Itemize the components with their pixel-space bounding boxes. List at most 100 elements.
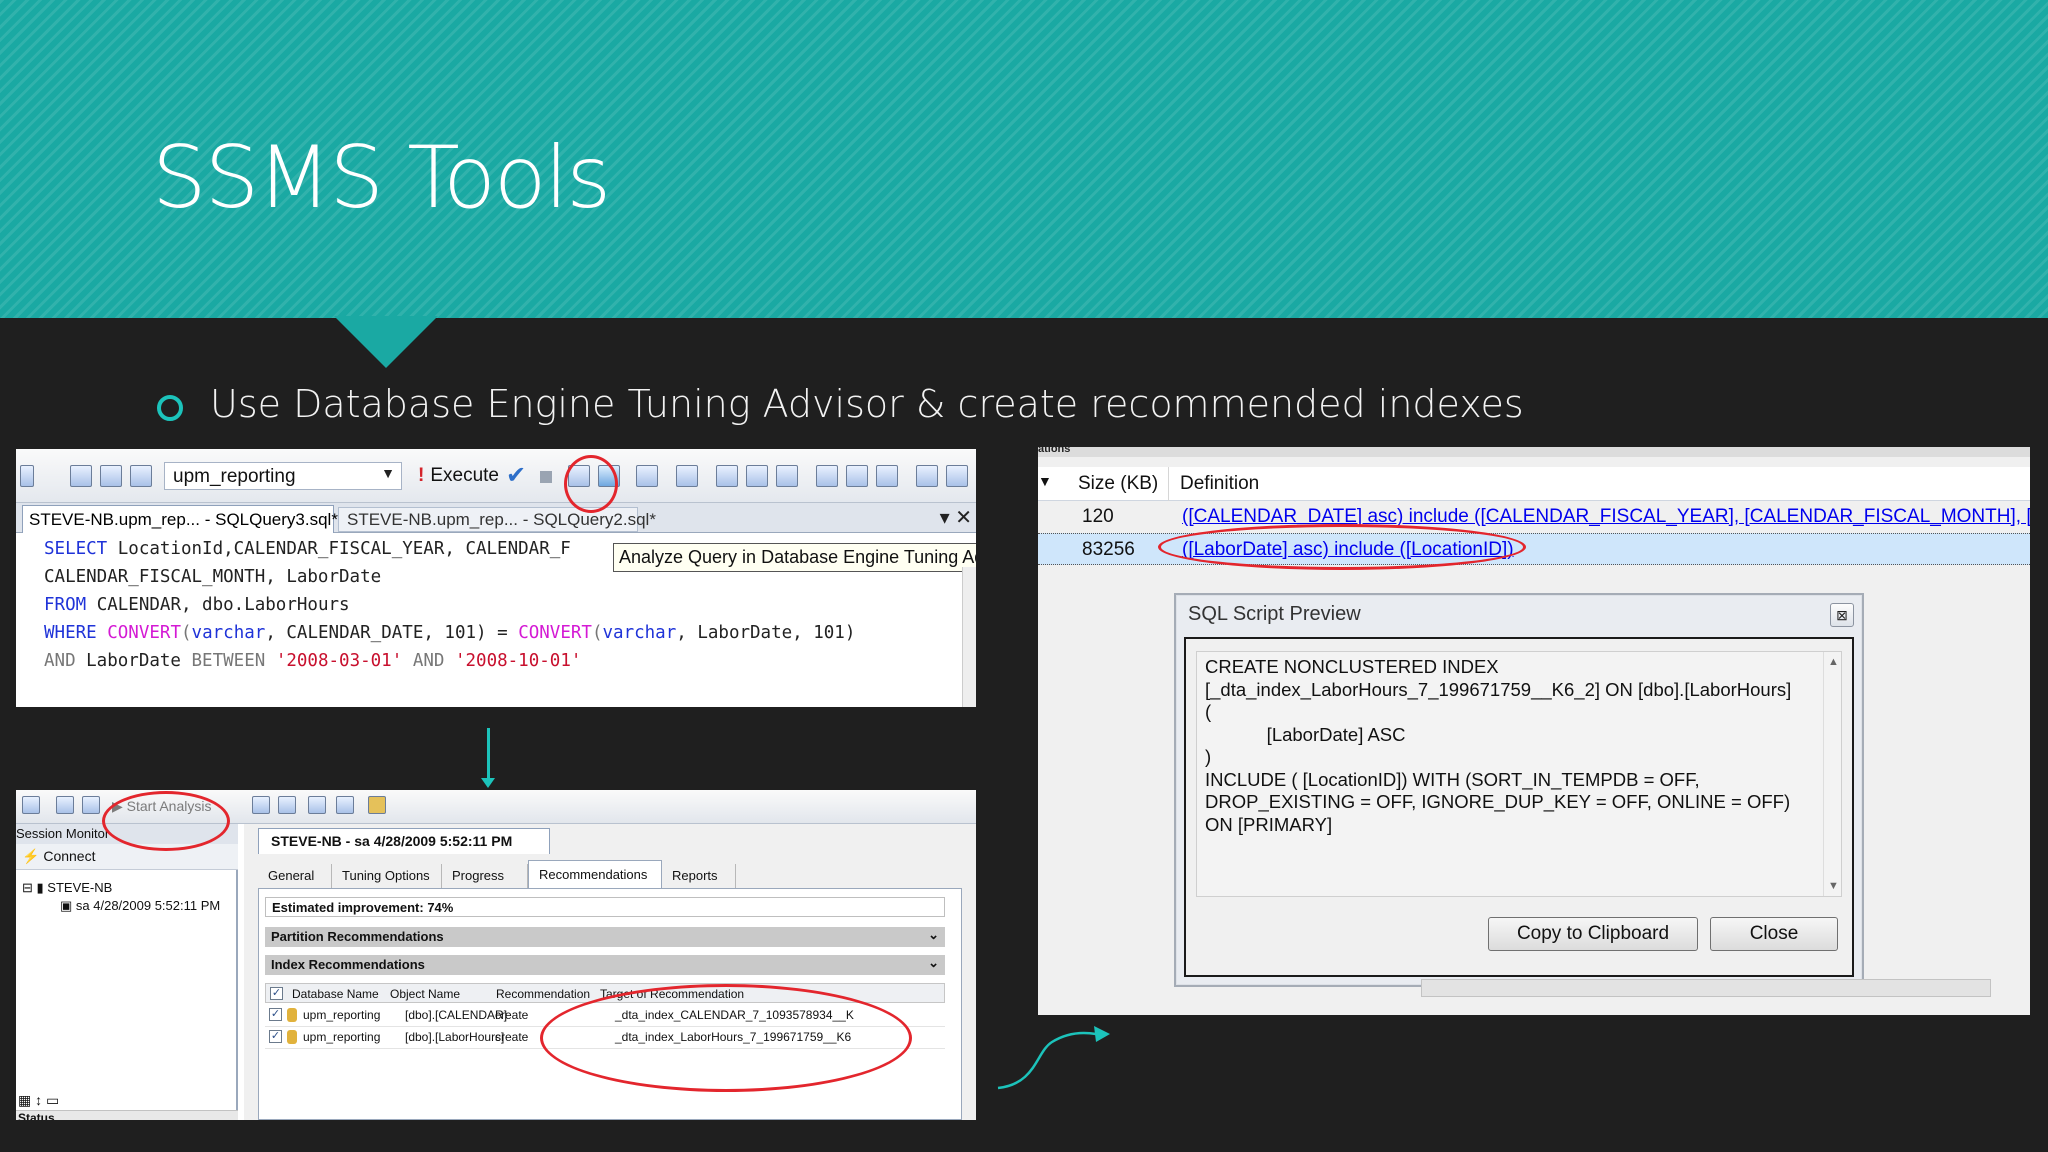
chevron-down-icon: ▼ (381, 465, 395, 481)
dta-icon-2[interactable] (56, 796, 74, 814)
toolbar-icon-5[interactable] (636, 465, 658, 487)
dialog-title: SQL Script Preview (1188, 603, 1361, 625)
status-label: Status (16, 1110, 238, 1120)
arrow-down (487, 728, 490, 780)
col-recommendation[interactable]: Recommendation (496, 987, 590, 1001)
cell-db: upm_reporting (303, 1008, 381, 1022)
row-checkbox[interactable]: ✓ (269, 1030, 282, 1043)
code-line-4: WHERE CONVERT(varchar, CALENDAR_DATE, 10… (44, 623, 856, 643)
toolbar-icon-7[interactable] (716, 465, 738, 487)
scroll-up-icon[interactable]: ▲ (1828, 656, 1839, 668)
table-row[interactable]: 120 ([CALENDAR_DATE] asc) include ([CALE… (1038, 501, 2030, 533)
col-database-name[interactable]: Database Name (292, 987, 379, 1001)
status-section: ▦ ↕ ▭ Status (16, 1092, 238, 1120)
highlight-ellipse-recommendations (540, 984, 912, 1092)
tree-session-node[interactable]: ▣ sa 4/28/2009 5:52:11 PM (60, 898, 220, 914)
code-line-5: AND LaborDate BETWEEN '2008-03-01' AND '… (44, 651, 582, 671)
close-button[interactable]: Close (1710, 917, 1838, 951)
cell-recommendation: create (495, 1008, 529, 1022)
toolbar-icon-6[interactable] (676, 465, 698, 487)
estimated-improvement-value: 74% (427, 900, 454, 915)
partition-recommendations-header[interactable]: Partition Recommendations ⌄ (265, 927, 945, 947)
tab-progress[interactable]: Progress (442, 864, 528, 888)
toolbar-grip-icon (20, 465, 34, 487)
database-select[interactable]: upm_reporting ▼ (164, 462, 402, 490)
execute-icon: ! (418, 465, 425, 486)
toolbar-icon-1[interactable] (70, 465, 92, 487)
close-icon[interactable]: ⊠ (1830, 603, 1854, 627)
session-tab[interactable]: STEVE-NB - sa 4/28/2009 5:52:11 PM (258, 828, 550, 854)
dta-icon-7[interactable] (336, 796, 354, 814)
dta-icon-5[interactable] (278, 796, 296, 814)
tab-sqlquery3[interactable]: STEVE-NB.upm_rep... - SQLQuery3.sql* (22, 505, 338, 533)
header-notch (334, 316, 438, 368)
tab-dropdown-icon[interactable]: ▾ (940, 507, 950, 529)
cell-recommendation: create (495, 1030, 529, 1044)
results-top-label: ations (1038, 447, 2030, 457)
dta-icon-1[interactable] (22, 796, 40, 814)
execute-label: Execute (430, 465, 499, 486)
toolbar-icon-10[interactable] (816, 465, 838, 487)
copy-to-clipboard-button[interactable]: Copy to Clipboard (1488, 917, 1698, 951)
col-size[interactable]: Size (KB) (1078, 473, 1158, 495)
dta-icon-3[interactable] (82, 796, 100, 814)
toolbar-icon-12[interactable] (876, 465, 898, 487)
status-text: Status (18, 1111, 55, 1120)
bullet-text: Use Database Engine Tuning Advisor & cre… (210, 382, 1524, 426)
toolbar-icon-2[interactable] (100, 465, 122, 487)
results-horizontal-scrollbar[interactable] (1421, 979, 1991, 997)
connect-label: Connect (43, 848, 96, 864)
script-scrollbar[interactable]: ▲ ▼ (1823, 652, 1841, 896)
tab-controls: ▾ ✕ (940, 505, 972, 530)
dialog-body: CREATE NONCLUSTERED INDEX [_dta_index_La… (1184, 637, 1854, 977)
column-separator[interactable] (1168, 467, 1169, 501)
collapse-icon: ⌄ (928, 955, 939, 970)
sort-icons[interactable]: ▦ ↕ ▭ (18, 1092, 59, 1109)
toolbar-icon-14[interactable] (946, 465, 968, 487)
sql-script-preview-dialog: SQL Script Preview ⊠ CREATE NONCLUSTERED… (1174, 593, 1864, 987)
toolbar-icon-13[interactable] (916, 465, 938, 487)
tab-reports[interactable]: Reports (662, 864, 736, 888)
dta-icon-4[interactable] (252, 796, 270, 814)
toolbar-icon-3[interactable] (130, 465, 152, 487)
row-checkbox[interactable]: ✓ (269, 1008, 282, 1021)
tree-server-node[interactable]: ⊟ ▮ STEVE-NB (22, 880, 112, 896)
database-icon (287, 1008, 297, 1022)
execute-button[interactable]: ! Execute (418, 465, 499, 487)
toolbar-icon-8[interactable] (746, 465, 768, 487)
col-object-name[interactable]: Object Name (390, 987, 460, 1001)
editor-toolbar: upm_reporting ▼ ! Execute ✔ (16, 449, 976, 503)
database-icon (287, 1030, 297, 1044)
chevron-down-icon[interactable]: ▼ (1038, 473, 1052, 489)
curved-arrow (997, 1026, 1110, 1090)
connect-button[interactable]: ⚡ Connect (22, 848, 95, 864)
dta-tooltip: Analyze Query in Database Engine Tuning … (613, 543, 976, 572)
cell-size: 83256 (1082, 539, 1135, 560)
editor-scrollbar[interactable] (962, 567, 976, 707)
cell-db: upm_reporting (303, 1030, 381, 1044)
cell-object: [dbo].[CALENDAR] (405, 1008, 508, 1022)
server-label: STEVE-NB (47, 880, 113, 895)
estimated-improvement: Estimated improvement: 74% (265, 897, 945, 917)
parse-check-icon[interactable]: ✔ (506, 461, 526, 490)
tab-recommendations[interactable]: Recommendations (528, 860, 662, 888)
toolbar-icon-9[interactable] (776, 465, 798, 487)
code-line-3: FROM CALENDAR, dbo.LaborHours (44, 595, 350, 615)
col-definition[interactable]: Definition (1180, 473, 1259, 495)
script-text-area[interactable]: CREATE NONCLUSTERED INDEX [_dta_index_La… (1196, 651, 1842, 897)
arrow-down-head (481, 778, 495, 788)
script-preview-screenshot: ations ▼ Size (KB) Definition 120 ([CALE… (1038, 447, 2030, 1015)
tab-tuning-options[interactable]: Tuning Options (332, 864, 442, 888)
close-icon[interactable]: ✕ (955, 507, 972, 529)
dta-icon-6[interactable] (308, 796, 326, 814)
collapse-icon: ⌄ (928, 927, 939, 942)
editor-tabs: STEVE-NB.upm_rep... - SQLQuery3.sql* STE… (16, 503, 976, 533)
index-recommendations-header[interactable]: Index Recommendations ⌄ (265, 955, 945, 975)
code-line-1: SELECT LocationId,CALENDAR_FISCAL_YEAR, … (44, 539, 571, 559)
stop-icon[interactable] (540, 471, 552, 483)
tab-general[interactable]: General (258, 864, 332, 888)
toolbar-icon-11[interactable] (846, 465, 868, 487)
scroll-down-icon[interactable]: ▼ (1828, 880, 1839, 892)
help-icon[interactable] (368, 796, 386, 814)
select-all-checkbox[interactable]: ✓ (270, 987, 283, 1000)
